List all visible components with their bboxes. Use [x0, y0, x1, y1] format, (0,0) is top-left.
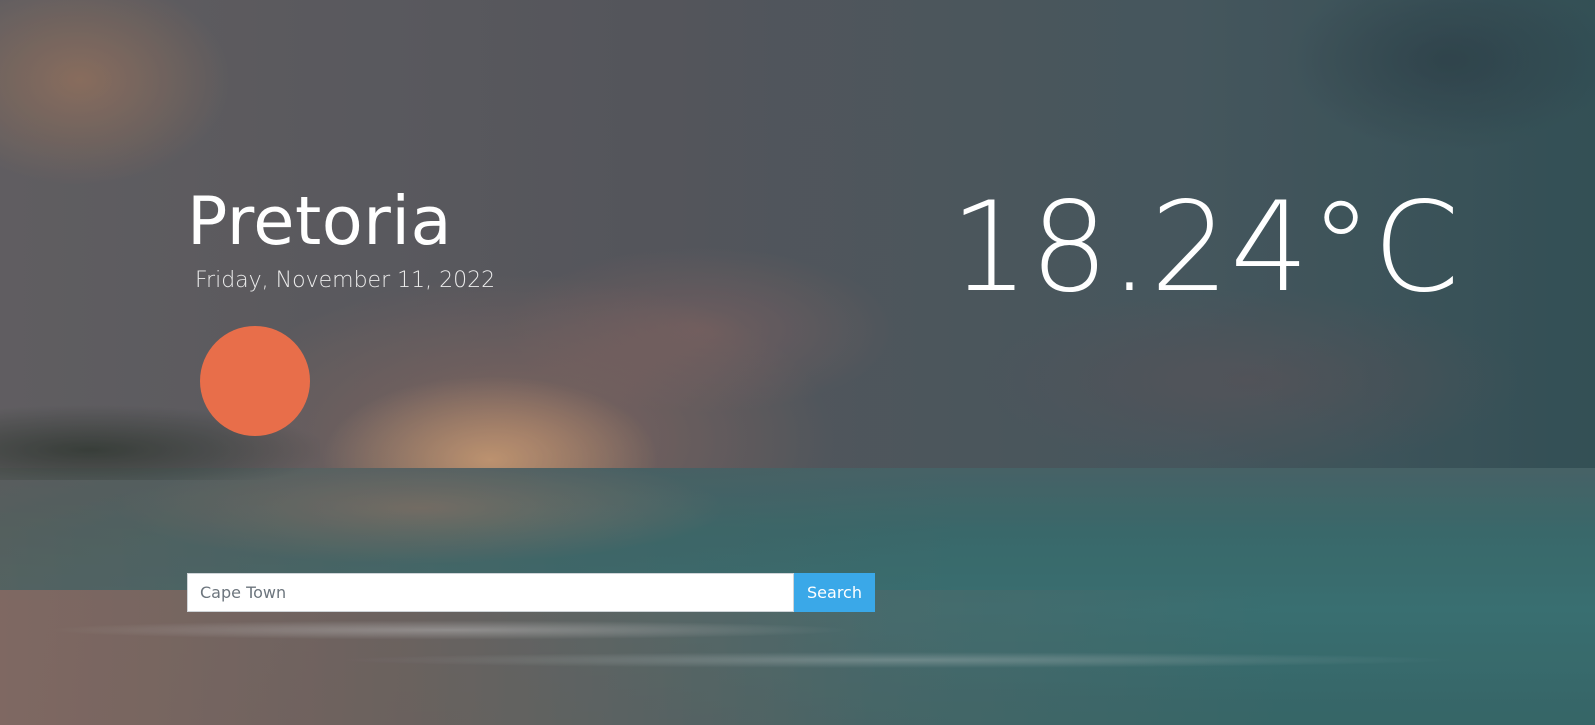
city-name: Pretoria [187, 182, 452, 260]
city-search-input[interactable] [187, 573, 794, 612]
sun-icon [200, 326, 310, 436]
city-search-form: Search [187, 573, 875, 612]
weather-app: Pretoria Friday, November 11, 2022 18.24… [0, 0, 1595, 725]
search-button[interactable]: Search [794, 573, 875, 612]
temperature-reading: 18.24°C [950, 176, 1461, 320]
current-date: Friday, November 11, 2022 [195, 268, 496, 293]
